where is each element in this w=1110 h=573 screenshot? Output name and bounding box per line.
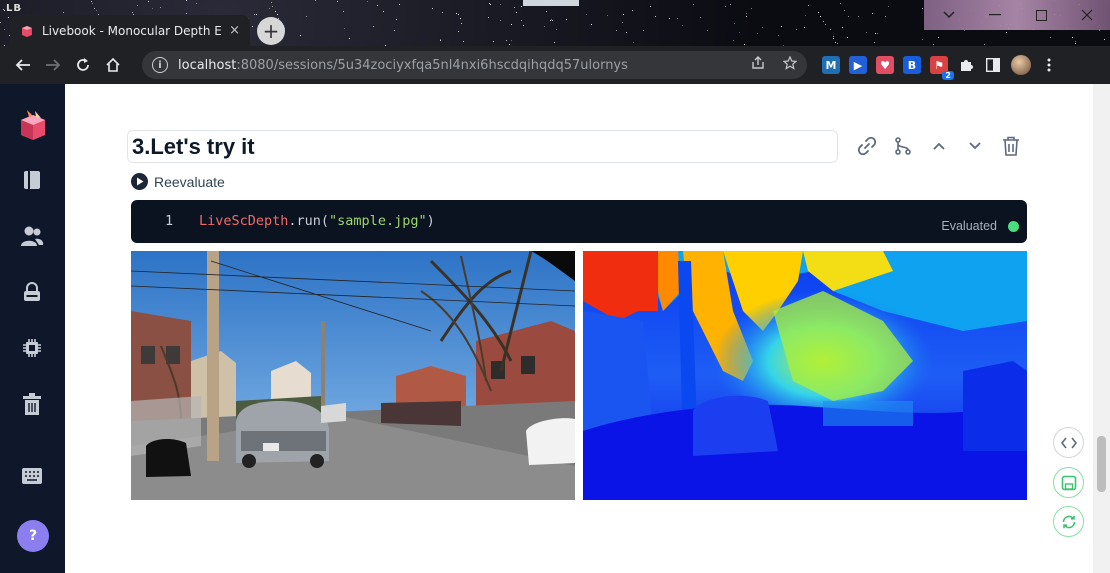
branch-icon[interactable]: [891, 134, 915, 158]
pocket-extension-icon[interactable]: ♥: [876, 56, 894, 74]
play-extension-icon[interactable]: ▶: [849, 56, 867, 74]
site-info-icon[interactable]: i: [152, 57, 168, 73]
bin-icon[interactable]: [20, 392, 44, 416]
save-notebook-button[interactable]: [1053, 467, 1084, 498]
titlebar-highlight: [523, 0, 579, 6]
input-street-image: [131, 251, 575, 500]
tab-search-icon[interactable]: [926, 0, 972, 30]
shortcuts-icon[interactable]: [20, 464, 44, 488]
section-heading-input[interactable]: 3.Let's try it: [127, 130, 838, 163]
help-button[interactable]: ?: [17, 520, 49, 552]
new-tab-button[interactable]: +: [257, 17, 285, 45]
code-string-token: "sample.jpg": [329, 213, 427, 229]
livebook-favicon-icon: [21, 25, 32, 37]
url-host: localhost: [178, 57, 237, 73]
move-up-icon[interactable]: [927, 134, 951, 158]
livebook-logo-icon[interactable]: [17, 108, 49, 142]
extensions-area: M ▶ ♥ B ⚑ 2: [822, 55, 1058, 80]
window-controls: [926, 0, 1110, 30]
tab-title: Livebook - Monocular Depth Esti: [41, 23, 222, 38]
section-heading: 3.Let's try it: [132, 133, 255, 159]
livebook-sidebar: ?: [0, 84, 65, 573]
share-icon[interactable]: [751, 56, 765, 74]
home-icon[interactable]: [98, 57, 128, 73]
forward-icon[interactable]: [38, 57, 68, 73]
close-window-icon[interactable]: [1064, 0, 1110, 30]
reevaluate-label: Reevaluate: [154, 173, 225, 190]
reevaluate-button[interactable]: Reevaluate: [131, 173, 225, 190]
link-icon[interactable]: [855, 134, 879, 158]
depth-map-image: [583, 251, 1027, 500]
maximize-icon[interactable]: [1018, 0, 1064, 30]
notebooks-icon[interactable]: [20, 168, 44, 192]
delete-icon[interactable]: [999, 134, 1023, 158]
bitwarden-extension-icon[interactable]: B: [903, 56, 921, 74]
secrets-icon[interactable]: [20, 280, 44, 304]
back-icon[interactable]: [8, 57, 38, 73]
runtime-icon[interactable]: [20, 336, 44, 360]
page-scrollbar[interactable]: [1093, 84, 1110, 573]
minimize-icon[interactable]: [972, 0, 1018, 30]
browser-toolbar: i localhost:8080/sessions/5u34zociyxfqa5…: [0, 46, 1110, 84]
bookmark-star-icon[interactable]: [782, 55, 798, 74]
move-down-icon[interactable]: [963, 134, 987, 158]
browser-tab[interactable]: Livebook - Monocular Depth Esti ×: [10, 15, 250, 46]
runtime-connect-button[interactable]: [1053, 506, 1084, 537]
code-call-token: .run(: [288, 213, 330, 229]
toggle-code-button[interactable]: [1053, 427, 1084, 458]
line-number: 1: [165, 213, 174, 229]
code-editor[interactable]: 1 LiveScDepth.run("sample.jpg") Evaluate…: [131, 200, 1027, 243]
code-close-token: ): [426, 213, 435, 229]
extensions-puzzle-icon[interactable]: [957, 56, 975, 74]
browser-logo: LB: [6, 3, 22, 14]
section-actions: [855, 134, 1023, 158]
flag-extension-icon[interactable]: ⚑ 2: [930, 56, 954, 80]
code-module-token: LiveScDepth: [199, 213, 289, 229]
reload-icon[interactable]: [68, 57, 98, 73]
scrollbar-thumb[interactable]: [1097, 436, 1106, 492]
notebook-main: 3.Let's try it Reevaluate 1 LiveScDepth.…: [65, 84, 1093, 573]
code-line: LiveScDepth.run("sample.jpg"): [199, 213, 435, 229]
play-icon: [131, 173, 148, 190]
profile-avatar[interactable]: [1011, 55, 1031, 75]
tab-close-icon[interactable]: ×: [229, 23, 240, 38]
url-path: :8080/sessions/5u34zociyxfqa5nl4nxi6hscd…: [236, 57, 628, 73]
browser-menu-icon[interactable]: [1040, 56, 1058, 74]
status-dot: [1008, 221, 1019, 232]
users-icon[interactable]: [20, 224, 44, 248]
side-panel-icon[interactable]: [984, 56, 1002, 74]
m-extension-icon[interactable]: M: [822, 56, 840, 74]
browser-titlebar: LB Livebook - Monocular Depth Esti × +: [0, 0, 1110, 46]
address-bar[interactable]: i localhost:8080/sessions/5u34zociyxfqa5…: [142, 51, 807, 79]
evaluation-status: Evaluated: [941, 219, 997, 233]
